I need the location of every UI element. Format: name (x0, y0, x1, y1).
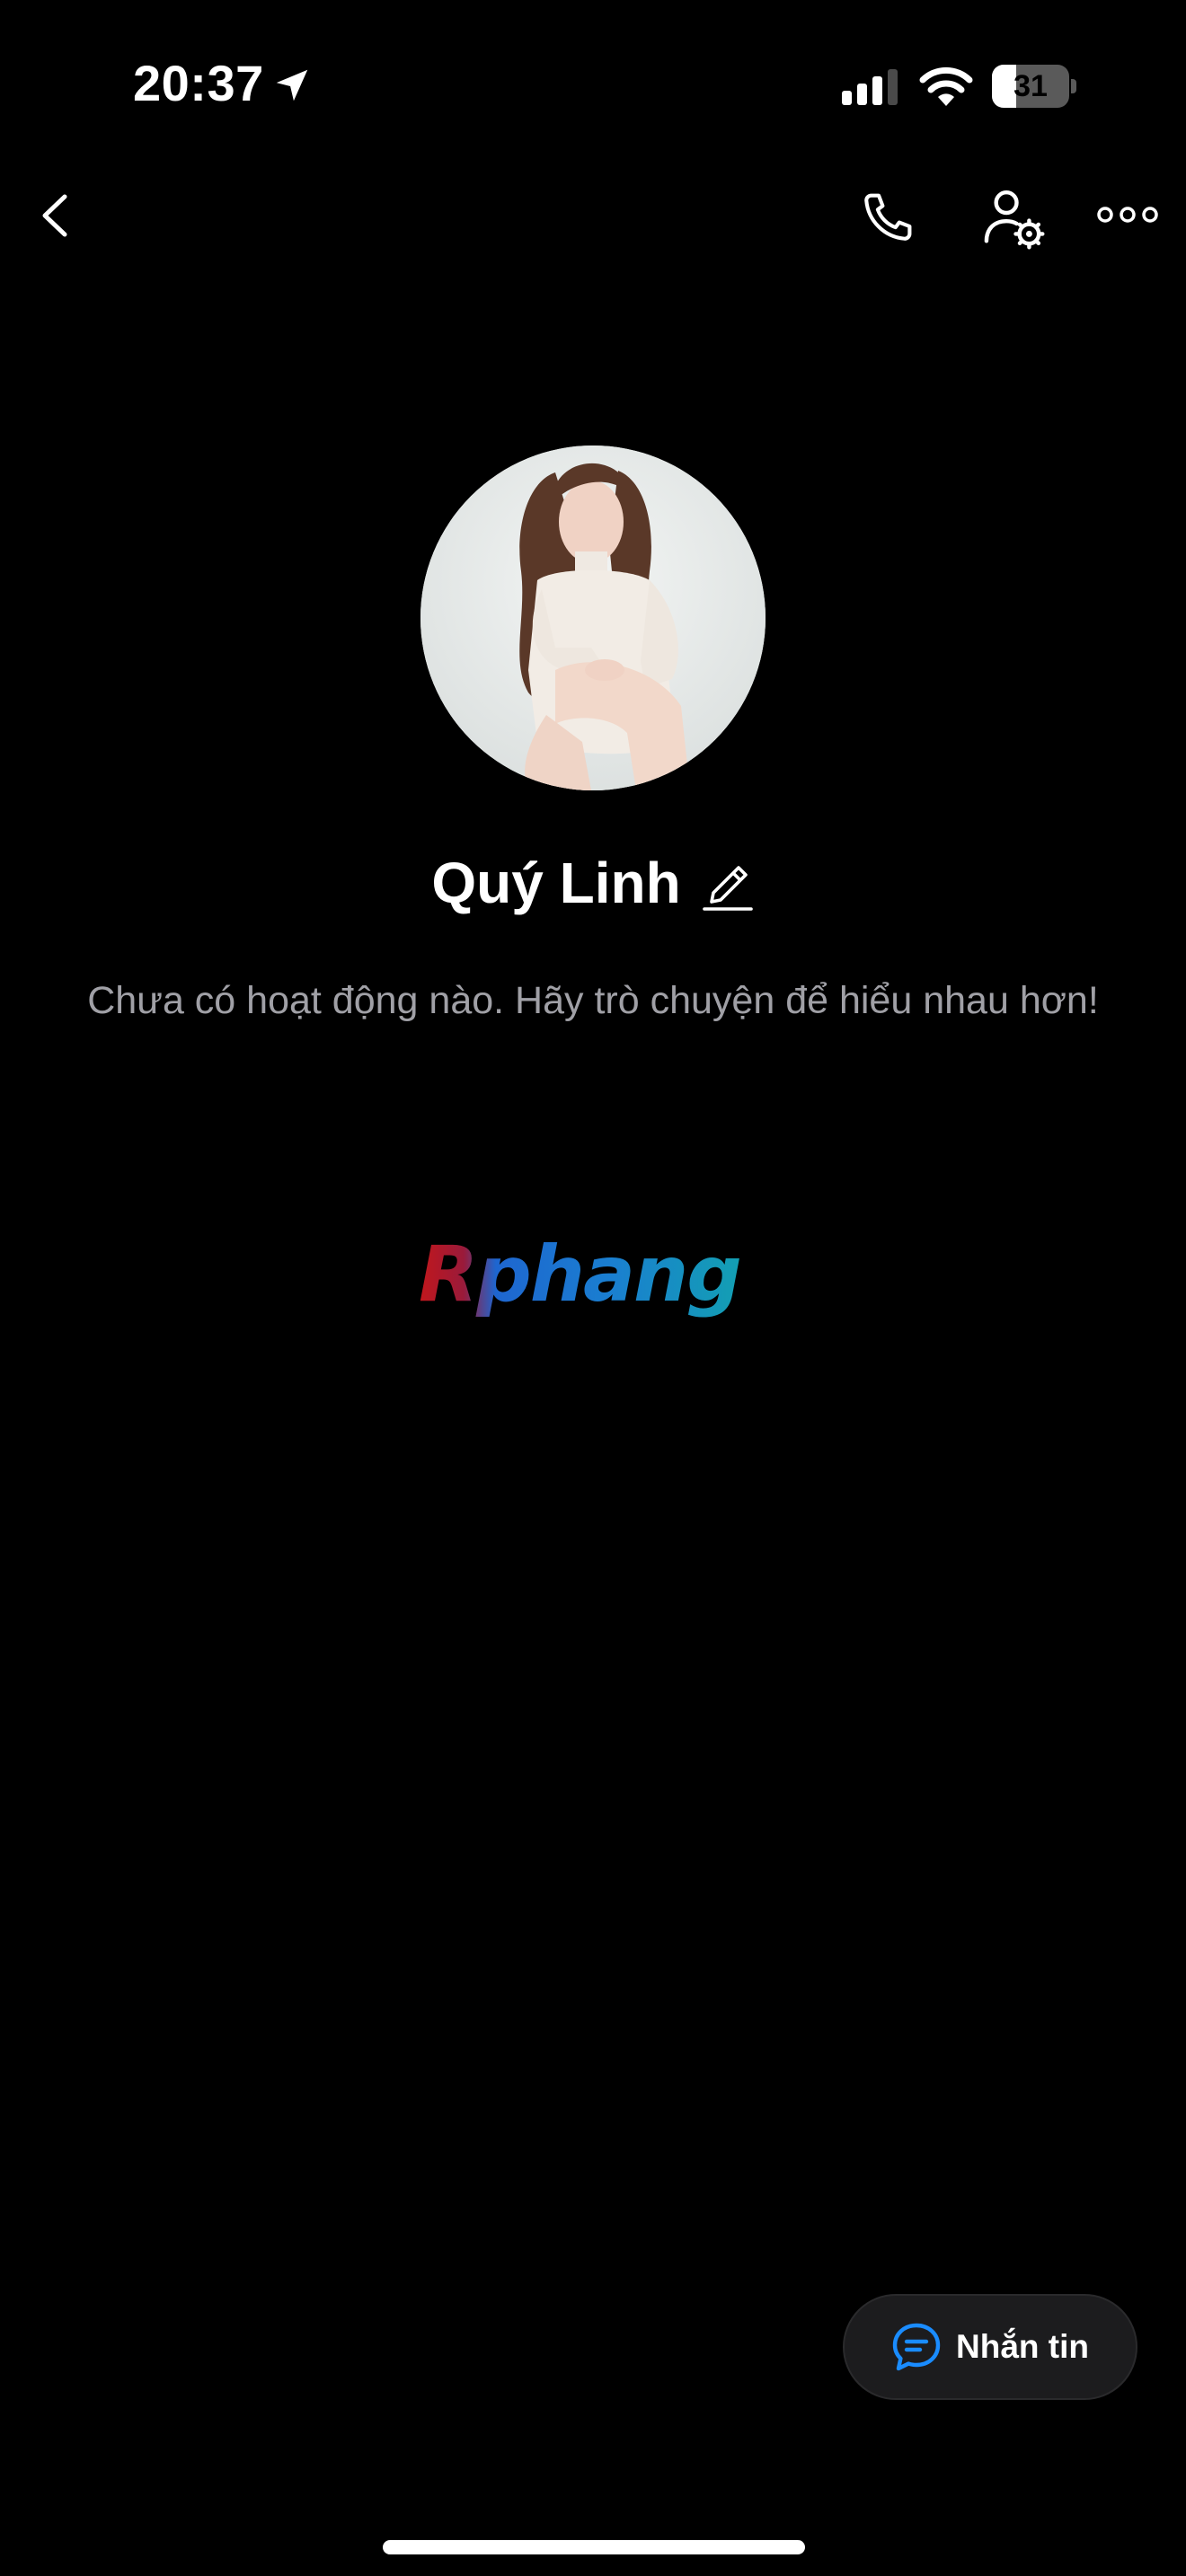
phone-call-icon[interactable] (859, 187, 918, 246)
battery-level-text: 31 (1013, 69, 1048, 103)
back-chevron-icon[interactable] (34, 184, 79, 247)
cellular-signal-icon (842, 69, 898, 105)
edit-pencil-icon[interactable] (701, 853, 755, 913)
message-button[interactable]: Nhắn tin (843, 2294, 1137, 2400)
empty-activity-message: Chưa có hoạt động nào. Hãy trò chuyện để… (87, 979, 1099, 1022)
battery-icon: 31 (992, 65, 1076, 108)
contact-settings-icon[interactable] (979, 184, 1048, 252)
chat-bubble-icon (892, 2323, 941, 2371)
status-bar: 20:37 31 (0, 0, 1186, 171)
more-dots-icon[interactable] (1096, 199, 1159, 230)
status-time: 20:37 (133, 55, 264, 111)
profile-name: Quý Linh (431, 851, 681, 915)
message-button-label: Nhắn tin (956, 2328, 1089, 2365)
watermark-logo: Rphang (419, 1231, 742, 1319)
svg-text:Rphang: Rphang (419, 1231, 740, 1319)
wifi-icon (919, 66, 973, 106)
profile-name-row: Quý Linh (0, 842, 1186, 923)
home-indicator[interactable] (383, 2540, 805, 2554)
avatar[interactable] (420, 446, 766, 790)
location-arrow-icon (276, 69, 308, 101)
